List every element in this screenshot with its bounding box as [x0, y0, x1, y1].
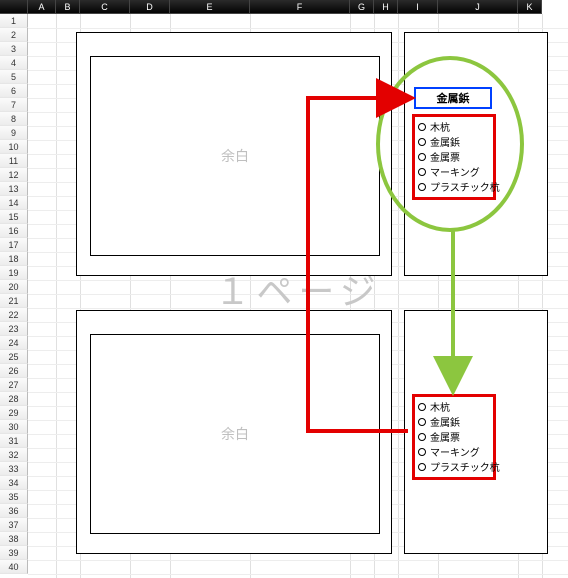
row-header-1[interactable]: 1 [0, 14, 28, 28]
row-header-19[interactable]: 19 [0, 266, 28, 280]
page-frame-top-left-inner: 余白 [90, 56, 380, 256]
grid-area[interactable]: １ページ 余白 余白 金属鋲 木杭金属鋲金属票マーキングプラスチック杭 木杭金属… [28, 14, 568, 578]
row-header-32[interactable]: 32 [0, 448, 28, 462]
col-header-J[interactable]: J [438, 0, 518, 14]
col-header-D[interactable]: D [130, 0, 170, 14]
col-header-I[interactable]: I [398, 0, 438, 14]
option-item[interactable]: 木杭 [418, 399, 490, 414]
option-label: 木杭 [430, 399, 450, 414]
row-header-24[interactable]: 24 [0, 336, 28, 350]
option-list-lower[interactable]: 木杭金属鋲金属票マーキングプラスチック杭 [412, 394, 496, 480]
selected-option-box[interactable]: 金属鋲 [414, 87, 492, 109]
option-item[interactable]: 金属鋲 [418, 414, 490, 429]
row-header-9[interactable]: 9 [0, 126, 28, 140]
option-label: 金属票 [430, 149, 460, 164]
row-header-34[interactable]: 34 [0, 476, 28, 490]
option-item[interactable]: マーキング [418, 444, 490, 459]
radio-icon [418, 403, 426, 411]
row-header-25[interactable]: 25 [0, 350, 28, 364]
radio-icon [418, 153, 426, 161]
row-header-11[interactable]: 11 [0, 154, 28, 168]
radio-icon [418, 168, 426, 176]
row-header-28[interactable]: 28 [0, 392, 28, 406]
row-header-29[interactable]: 29 [0, 406, 28, 420]
spreadsheet-sheet: ABCDEFGHIJK 1234567891011121314151617181… [0, 0, 568, 578]
placeholder-label-top: 余白 [221, 146, 249, 166]
row-header-39[interactable]: 39 [0, 546, 28, 560]
option-label: 金属鋲 [430, 134, 460, 149]
col-header-H[interactable]: H [374, 0, 398, 14]
row-header-7[interactable]: 7 [0, 98, 28, 112]
option-label: プラスチック杭 [430, 179, 500, 194]
row-header-40[interactable]: 40 [0, 560, 28, 574]
option-item[interactable]: 金属票 [418, 429, 490, 444]
row-header-21[interactable]: 21 [0, 294, 28, 308]
row-header-37[interactable]: 37 [0, 518, 28, 532]
select-all-corner[interactable] [0, 0, 28, 14]
radio-icon [418, 138, 426, 146]
option-label: 金属鋲 [430, 414, 460, 429]
row-header-10[interactable]: 10 [0, 140, 28, 154]
option-item[interactable]: 金属票 [418, 149, 490, 164]
col-header-G[interactable]: G [350, 0, 374, 14]
row-header-33[interactable]: 33 [0, 462, 28, 476]
placeholder-label-bottom: 余白 [221, 424, 249, 444]
option-label: マーキング [430, 444, 480, 459]
row-headers: 1234567891011121314151617181920212223242… [0, 14, 28, 574]
row-header-5[interactable]: 5 [0, 70, 28, 84]
option-item[interactable]: マーキング [418, 164, 490, 179]
row-header-27[interactable]: 27 [0, 378, 28, 392]
row-header-8[interactable]: 8 [0, 112, 28, 126]
row-header-15[interactable]: 15 [0, 210, 28, 224]
row-header-13[interactable]: 13 [0, 182, 28, 196]
col-header-B[interactable]: B [56, 0, 80, 14]
option-item[interactable]: プラスチック杭 [418, 179, 490, 194]
option-list-upper[interactable]: 木杭金属鋲金属票マーキングプラスチック杭 [412, 114, 496, 200]
row-header-30[interactable]: 30 [0, 420, 28, 434]
radio-icon [418, 463, 426, 471]
radio-icon [418, 418, 426, 426]
row-header-23[interactable]: 23 [0, 322, 28, 336]
option-label: 木杭 [430, 119, 450, 134]
col-header-A[interactable]: A [28, 0, 56, 14]
row-header-22[interactable]: 22 [0, 308, 28, 322]
row-header-2[interactable]: 2 [0, 28, 28, 42]
option-item[interactable]: プラスチック杭 [418, 459, 490, 474]
row-header-12[interactable]: 12 [0, 168, 28, 182]
row-header-20[interactable]: 20 [0, 280, 28, 294]
row-header-6[interactable]: 6 [0, 84, 28, 98]
row-header-35[interactable]: 35 [0, 490, 28, 504]
option-item[interactable]: 木杭 [418, 119, 490, 134]
option-item[interactable]: 金属鋲 [418, 134, 490, 149]
radio-icon [418, 183, 426, 191]
radio-icon [418, 123, 426, 131]
row-header-26[interactable]: 26 [0, 364, 28, 378]
radio-icon [418, 448, 426, 456]
row-header-16[interactable]: 16 [0, 224, 28, 238]
col-header-C[interactable]: C [80, 0, 130, 14]
row-header-38[interactable]: 38 [0, 532, 28, 546]
row-header-36[interactable]: 36 [0, 504, 28, 518]
col-header-F[interactable]: F [250, 0, 350, 14]
page-frame-bottom-left-inner: 余白 [90, 334, 380, 534]
row-header-17[interactable]: 17 [0, 238, 28, 252]
column-headers: ABCDEFGHIJK [0, 0, 542, 14]
option-label: プラスチック杭 [430, 459, 500, 474]
col-header-K[interactable]: K [518, 0, 542, 14]
row-header-18[interactable]: 18 [0, 252, 28, 266]
option-label: マーキング [430, 164, 480, 179]
row-header-3[interactable]: 3 [0, 42, 28, 56]
row-header-31[interactable]: 31 [0, 434, 28, 448]
col-header-E[interactable]: E [170, 0, 250, 14]
row-header-14[interactable]: 14 [0, 196, 28, 210]
row-header-4[interactable]: 4 [0, 56, 28, 70]
option-label: 金属票 [430, 429, 460, 444]
radio-icon [418, 433, 426, 441]
